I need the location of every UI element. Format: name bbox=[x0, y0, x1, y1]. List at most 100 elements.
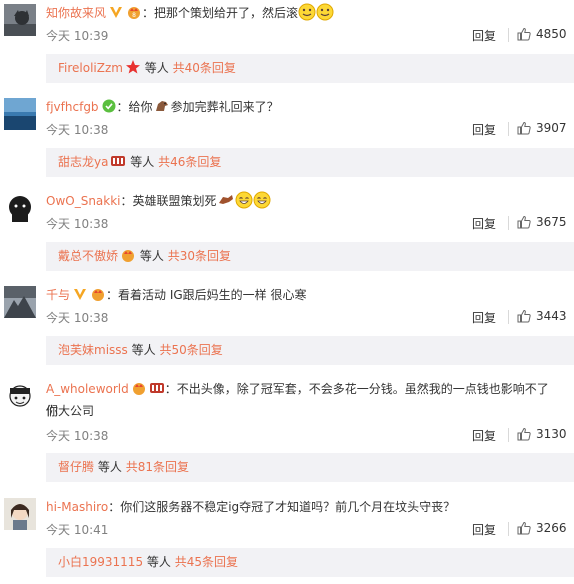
avatar[interactable] bbox=[4, 192, 36, 224]
username-link[interactable]: fjvfhcfgb bbox=[46, 100, 99, 114]
comment-body: ：看着活动 IG跟后妈生的一样 很心寒 bbox=[106, 288, 307, 302]
replies-preview[interactable]: 戴总不傲娇 等人 共30条回复 bbox=[46, 242, 574, 271]
comment-text-line: fjvfhcfgb ：给你 参加完葬礼回来了？ bbox=[46, 96, 552, 118]
avatar[interactable] bbox=[4, 380, 36, 412]
reply-button[interactable]: 回复 bbox=[472, 215, 496, 232]
thumbs-up-icon bbox=[517, 27, 531, 41]
horse-emoji-icon bbox=[153, 97, 171, 115]
like-button[interactable]: 4850 bbox=[517, 27, 567, 41]
like-button[interactable]: 3130 bbox=[517, 427, 567, 441]
comment-text-line: hi-Mashiro：你们这服务器不稳定ig夺冠了才知道吗？前几个月在坟头守丧？ bbox=[46, 496, 552, 518]
comment-body: ：英雄联盟策划死 bbox=[120, 194, 217, 208]
red-star-icon bbox=[125, 57, 141, 74]
reply-suffix: 等人 bbox=[146, 555, 171, 569]
thumbs-up-icon bbox=[517, 427, 531, 441]
comment-time: 今天 10:38 bbox=[46, 311, 109, 325]
thumbs-up-icon bbox=[517, 121, 531, 135]
replies-preview[interactable]: 泡芙妹misss 等人 共50条回复 bbox=[46, 336, 574, 365]
comment-body: ：给你 bbox=[116, 100, 153, 114]
reply-button[interactable]: 回复 bbox=[472, 427, 496, 444]
comment-text-line: 千与 ：看着活动 IG跟后妈生的一样 很心寒 bbox=[46, 284, 552, 306]
reply-author-link[interactable]: 泡芙妹misss bbox=[58, 343, 128, 357]
replies-preview[interactable]: FireloliZzm 等人 共40条回复 bbox=[46, 54, 574, 83]
avatar[interactable] bbox=[4, 286, 36, 318]
member-crown-icon bbox=[110, 151, 126, 167]
username-link[interactable]: A_wholeworld bbox=[46, 382, 129, 396]
like-count: 4850 bbox=[536, 27, 567, 41]
avatar[interactable] bbox=[4, 4, 36, 36]
reply-author-link[interactable]: 甜志龙ya bbox=[58, 155, 108, 169]
like-count: 3130 bbox=[536, 427, 567, 441]
thumbs-up-icon bbox=[517, 215, 531, 229]
reply-author-link[interactable]: 戴总不傲娇 bbox=[58, 249, 118, 263]
comment-body-rest: 参加完葬礼回来了？ bbox=[170, 100, 279, 114]
avatar[interactable] bbox=[4, 98, 36, 130]
reply-button[interactable]: 回复 bbox=[472, 27, 496, 44]
laugh-emoji-icon bbox=[235, 191, 253, 209]
avatar[interactable] bbox=[4, 498, 36, 530]
username-link[interactable]: OwO_Snakki bbox=[46, 194, 121, 208]
comment-time: 今天 10:38 bbox=[46, 123, 109, 137]
comment-text-line: OwO_Snakki：英雄联盟策划死 bbox=[46, 190, 552, 212]
username-link[interactable]: hi-Mashiro bbox=[46, 500, 108, 514]
comment-text-line: 知你故来风 8 ：把那个策划给开了，然后滚 bbox=[46, 2, 552, 24]
reply-suffix: 等人 bbox=[131, 343, 156, 357]
member-crown-icon bbox=[120, 245, 136, 262]
reply-count-link[interactable]: 共40条回复 bbox=[173, 61, 236, 75]
member-crown-icon: 8 bbox=[126, 4, 142, 20]
username-link[interactable]: 知你故来风 bbox=[46, 6, 106, 20]
like-button[interactable]: 3443 bbox=[517, 309, 567, 323]
svg-text:8: 8 bbox=[132, 12, 136, 19]
comment-text-line-2: 们大公司 bbox=[46, 404, 95, 418]
member-crown-icon bbox=[101, 98, 117, 114]
reply-author-link[interactable]: 督仔腾 bbox=[58, 460, 94, 474]
like-button[interactable]: 3907 bbox=[517, 121, 567, 135]
reply-button[interactable]: 回复 bbox=[472, 521, 496, 538]
divider bbox=[508, 310, 509, 324]
like-count: 3266 bbox=[536, 521, 567, 535]
thumbs-up-icon bbox=[517, 521, 531, 535]
reply-count-link[interactable]: 共30条回复 bbox=[168, 249, 231, 263]
reply-suffix: 等人 bbox=[144, 61, 169, 75]
comment-time: 今天 10:38 bbox=[46, 217, 109, 231]
replies-preview[interactable]: 甜志龙ya 等人 共46条回复 bbox=[46, 148, 574, 177]
like-count: 3907 bbox=[536, 121, 567, 135]
comment-feed: 知你故来风 8 ：把那个策划给开了，然后滚 今天 10:39 回复 4850 Fir… bbox=[0, 0, 574, 584]
reply-suffix: 等人 bbox=[139, 249, 164, 263]
reply-count-link[interactable]: 共45条回复 bbox=[175, 555, 238, 569]
comment-time: 今天 10:41 bbox=[46, 523, 109, 537]
reply-button[interactable]: 回复 bbox=[472, 121, 496, 138]
like-count: 3443 bbox=[536, 309, 567, 323]
reply-author-link[interactable]: 小白19931115 bbox=[58, 555, 143, 569]
reply-count-link[interactable]: 共50条回复 bbox=[159, 343, 222, 357]
member-crown-icon bbox=[90, 286, 106, 302]
like-button[interactable]: 3675 bbox=[517, 215, 567, 229]
comment-body: ：你们这服务器不稳定ig夺冠了才知道吗？前几个月在坟头守丧？ bbox=[108, 500, 456, 514]
thumbs-up-icon bbox=[517, 309, 531, 323]
replies-preview[interactable]: 小白19931115 等人 共45条回复 bbox=[46, 548, 574, 577]
like-count: 3675 bbox=[536, 215, 567, 229]
smile-emoji-icon bbox=[316, 3, 334, 21]
smile-emoji-icon bbox=[298, 3, 316, 21]
comment-time: 今天 10:39 bbox=[46, 29, 109, 43]
divider bbox=[508, 428, 509, 442]
reply-suffix: 等人 bbox=[97, 460, 122, 474]
replies-preview[interactable]: 督仔腾 等人 共81条回复 bbox=[46, 453, 574, 482]
member-crown-icon bbox=[131, 380, 147, 396]
username-link[interactable]: 千与 bbox=[46, 288, 70, 302]
like-button[interactable]: 3266 bbox=[517, 521, 567, 535]
vip-v-icon bbox=[72, 286, 88, 302]
comment-time: 今天 10:38 bbox=[46, 429, 109, 443]
divider bbox=[508, 216, 509, 230]
reply-count-link[interactable]: 共46条回复 bbox=[158, 155, 221, 169]
divider bbox=[508, 122, 509, 136]
dog-emoji-icon bbox=[217, 191, 235, 209]
comment-body: ：把那个策划给开了，然后滚 bbox=[142, 6, 299, 20]
reply-button[interactable]: 回复 bbox=[472, 309, 496, 326]
reply-count-link[interactable]: 共81条回复 bbox=[126, 460, 189, 474]
laugh-emoji-icon bbox=[253, 191, 271, 209]
vip-v-icon bbox=[108, 4, 124, 20]
divider bbox=[508, 28, 509, 42]
reply-author-link[interactable]: FireloliZzm bbox=[58, 61, 123, 75]
reply-suffix: 等人 bbox=[130, 155, 155, 169]
